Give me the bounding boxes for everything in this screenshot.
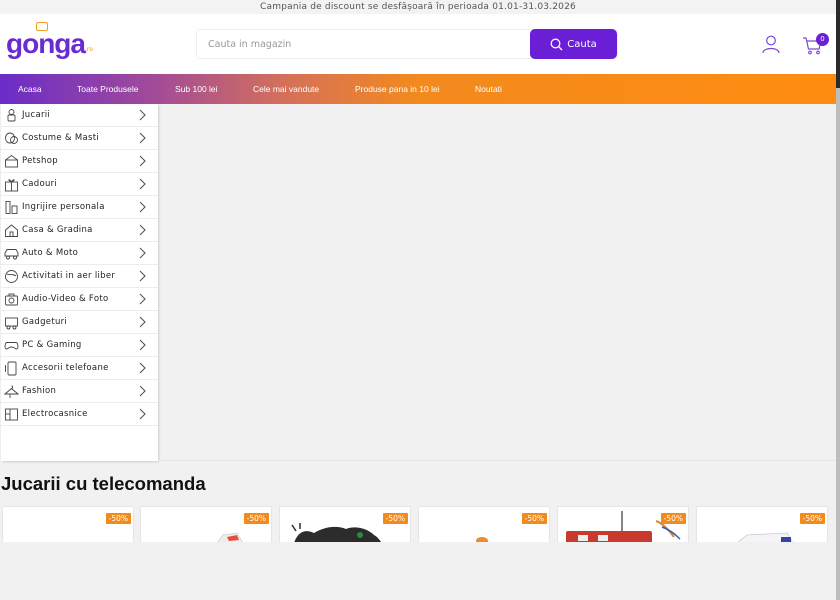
sidebar-item-pc-gaming[interactable]: PC & Gaming: [1, 334, 158, 357]
discount-badge: -50%: [660, 513, 686, 524]
phone-icon: [5, 361, 17, 376]
scrollbar-thumb[interactable]: [836, 0, 840, 88]
chevron-right-icon: [139, 109, 146, 121]
search-button[interactable]: Cauta: [530, 29, 617, 59]
sidebar-item-accesorii[interactable]: Accesorii telefoane: [1, 357, 158, 380]
category-label: Fashion: [22, 386, 57, 396]
product-card[interactable]: -50%: [557, 506, 689, 542]
search-input[interactable]: [197, 30, 533, 58]
nav-item-acasa[interactable]: Acasa: [18, 74, 42, 104]
sidebar-item-electrocasnice[interactable]: Electrocasnice: [1, 403, 158, 426]
chevron-right-icon: [139, 201, 146, 213]
chevron-right-icon: [139, 408, 146, 420]
sidebar-item-ingrijire[interactable]: Ingrijire personala: [1, 196, 158, 219]
fashion-icon: [4, 385, 19, 398]
search-bar: Cauta: [196, 29, 618, 59]
chevron-right-icon: [139, 132, 146, 144]
cart-button[interactable]: 0: [802, 33, 830, 56]
gadget-icon: [5, 317, 18, 330]
sidebar-item-petshop[interactable]: Petshop: [1, 150, 158, 173]
category-label: Activitati in aer liber: [22, 271, 116, 281]
chevron-right-icon: [139, 385, 146, 397]
pet-icon: [5, 154, 18, 168]
nav-item-cele-mai-vandute[interactable]: Cele mai vandute: [253, 74, 319, 104]
toy-icon: [7, 109, 16, 122]
scrollbar-track[interactable]: [836, 0, 840, 600]
nav-item-toate-produsele[interactable]: Toate Produsele: [77, 74, 138, 104]
chevron-right-icon: [139, 316, 146, 328]
category-label: Auto & Moto: [22, 248, 79, 258]
sidebar-item-fashion[interactable]: Fashion: [1, 380, 158, 403]
gamepad-icon: [4, 342, 19, 350]
discount-badge: -50%: [521, 513, 547, 524]
personal-care-icon: [5, 201, 18, 214]
discount-badge: -50%: [799, 513, 825, 524]
site-logo[interactable]: gonga .ro: [6, 22, 93, 64]
sidebar-item-audio-video[interactable]: Audio-Video & Foto: [1, 288, 158, 311]
chevron-right-icon: [139, 362, 146, 374]
category-label: Petshop: [22, 156, 58, 166]
page-background: [0, 542, 836, 600]
campaign-banner: Campania de discount se desfășoară în pe…: [0, 0, 836, 14]
chevron-right-icon: [139, 155, 146, 167]
product-card[interactable]: -50%: [418, 506, 550, 542]
product-card[interactable]: -50%: [696, 506, 828, 542]
search-icon: [550, 38, 563, 50]
category-label: Gadgeturi: [22, 317, 68, 327]
sidebar-item-activitati[interactable]: Activitati in aer liber: [1, 265, 158, 288]
logo-suffix: .ro: [85, 46, 93, 53]
category-label: Casa & Gradina: [22, 225, 93, 235]
category-label: Accesorii telefoane: [22, 363, 109, 373]
hero-divider: [158, 460, 836, 461]
chevron-right-icon: [139, 339, 146, 351]
discount-badge: -50%: [382, 513, 408, 524]
search-button-label: Cauta: [567, 38, 597, 50]
chevron-right-icon: [139, 293, 146, 305]
nav-item-noutati[interactable]: Noutati: [475, 74, 502, 104]
campaign-text: Campania de discount se desfășoară în pe…: [260, 2, 576, 12]
logo-text: gonga: [6, 28, 86, 59]
cart-count-badge: 0: [816, 33, 829, 46]
site-header: gonga .ro Cauta 0: [0, 14, 836, 74]
chevron-right-icon: [139, 270, 146, 282]
category-label: Jucarii: [22, 110, 51, 120]
category-label: Costume & Masti: [22, 133, 99, 143]
main-navigation: Acasa Toate Produsele Sub 100 lei Cele m…: [0, 74, 836, 104]
product-card[interactable]: -50%: [279, 506, 411, 542]
car-icon: [4, 249, 19, 260]
sidebar-item-gadgeturi[interactable]: Gadgeturi: [1, 311, 158, 334]
discount-badge: -50%: [105, 513, 131, 524]
category-sidebar: Jucarii Costume & Masti Petshop Cadouri …: [1, 104, 158, 461]
camera-icon: [5, 293, 18, 306]
discount-badge: -50%: [243, 513, 269, 524]
sidebar-item-jucarii[interactable]: Jucarii: [1, 104, 158, 127]
sidebar-item-costume[interactable]: Costume & Masti: [1, 127, 158, 150]
sidebar-item-casa-gradina[interactable]: Casa & Gradina: [1, 219, 158, 242]
category-label: Ingrijire personala: [22, 202, 105, 212]
chevron-right-icon: [139, 178, 146, 190]
nav-item-sub-100-lei[interactable]: Sub 100 lei: [175, 74, 218, 104]
home-garden-icon: [5, 224, 18, 237]
category-label: Electrocasnice: [22, 409, 88, 419]
category-label: Audio-Video & Foto: [22, 294, 109, 304]
section-title: Jucarii cu telecomanda: [1, 473, 206, 494]
category-label: PC & Gaming: [22, 340, 82, 350]
appliance-icon: [5, 408, 18, 421]
chevron-right-icon: [139, 247, 146, 259]
product-card[interactable]: -50%: [2, 506, 134, 542]
category-label: Cadouri: [22, 179, 58, 189]
sidebar-item-auto-moto[interactable]: Auto & Moto: [1, 242, 158, 265]
sidebar-item-cadouri[interactable]: Cadouri: [1, 173, 158, 196]
user-account-icon[interactable]: [761, 34, 781, 54]
chevron-right-icon: [139, 224, 146, 236]
product-carousel: -50% -50% -50% -50% -50% -50%: [0, 506, 836, 542]
gift-icon: [5, 179, 18, 192]
outdoor-icon: [5, 270, 18, 283]
nav-item-produse-10-lei[interactable]: Produse pana in 10 lei: [355, 74, 440, 104]
mask-icon: [5, 132, 18, 144]
product-card[interactable]: -50%: [140, 506, 272, 542]
